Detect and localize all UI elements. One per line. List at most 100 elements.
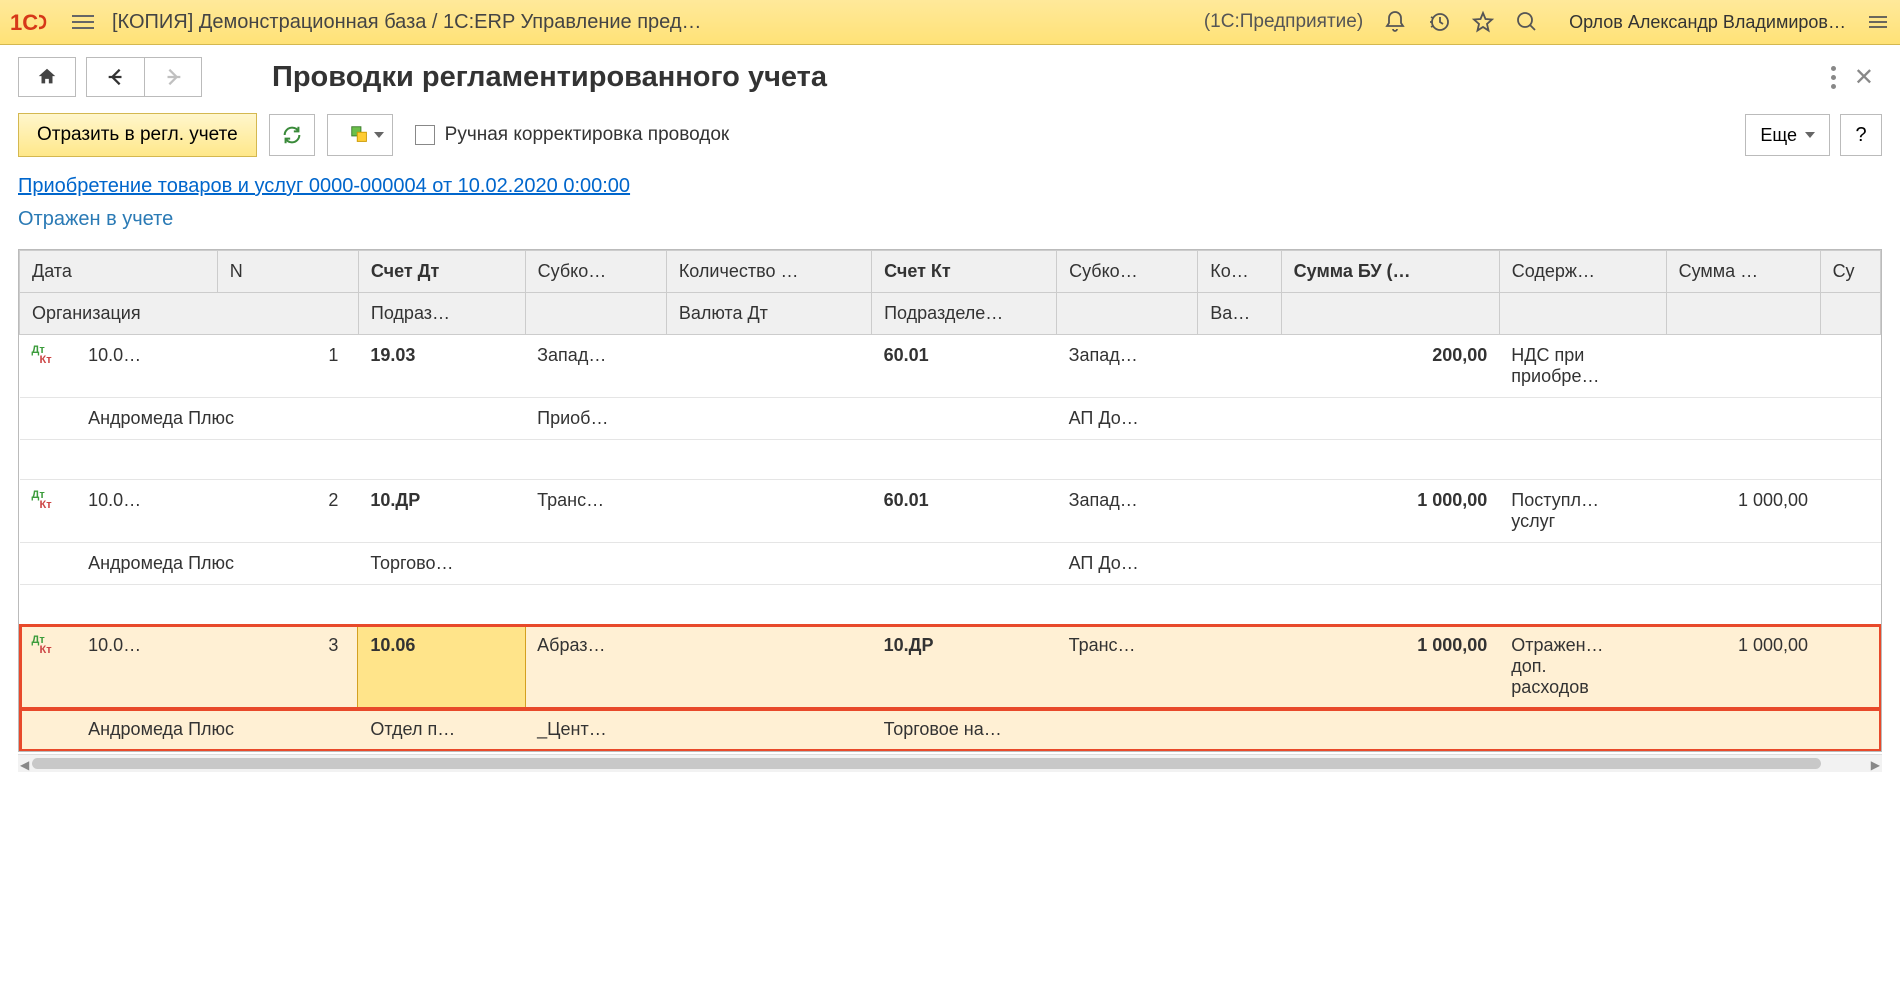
document-link[interactable]: Приобретение товаров и услуг 0000-000004…: [0, 175, 1900, 208]
cell-desc: Поступл…услуг: [1499, 480, 1666, 543]
col-qty-kt[interactable]: Ко…: [1198, 251, 1281, 293]
col-date[interactable]: Дата: [20, 251, 218, 293]
col-sum[interactable]: Сумма …: [1666, 251, 1820, 293]
cell-curr-kt: [1198, 543, 1281, 585]
cell-sub-kt: Запад…: [1057, 335, 1198, 398]
horizontal-scrollbar[interactable]: ◀▶: [18, 754, 1882, 772]
user-name[interactable]: Орлов Александр Владимиров…: [1569, 12, 1846, 33]
cell-acc-dt: 10.06: [358, 625, 525, 709]
home-button[interactable]: [18, 57, 76, 97]
checkbox-icon[interactable]: [415, 125, 435, 145]
col-n[interactable]: N: [217, 251, 358, 293]
back-button[interactable]: [86, 57, 144, 97]
cell-sub-dt: Абраз…: [525, 625, 666, 709]
cell-sum: 1 000,00: [1666, 480, 1820, 543]
cell-desc: НДС приприобре…: [1499, 335, 1666, 398]
cell-sum-bu: 200,00: [1281, 335, 1499, 398]
cell-sub-kt2: АП До…: [1057, 398, 1198, 440]
kebab-menu-icon[interactable]: [1831, 66, 1836, 89]
search-icon[interactable]: [1515, 10, 1539, 34]
col-sub-dt[interactable]: Субко…: [525, 251, 666, 293]
cell-date: 10.0…: [76, 480, 217, 543]
cell-dept-kt: Торговое на…: [872, 709, 1057, 751]
col-last[interactable]: Су: [1820, 251, 1880, 293]
reflect-button[interactable]: Отразить в регл. учете: [18, 113, 257, 157]
cell-sub-dt2: _Цент…: [525, 709, 666, 751]
cell-sum-bu: 1 000,00: [1281, 625, 1499, 709]
cell-dept-dt: [358, 398, 525, 440]
navbar: Проводки регламентированного учета ✕: [0, 45, 1900, 105]
cell-sub-kt: Запад…: [1057, 480, 1198, 543]
table-row[interactable]: ДтКт10.0…119.03Запад…60.01Запад…200,00НД…: [20, 335, 1881, 398]
cell-n: 3: [217, 625, 358, 709]
cell-sub-dt: Транс…: [525, 480, 666, 543]
cell-sub-kt2: [1057, 709, 1198, 751]
cell-org: Андромеда Плюс: [76, 398, 358, 440]
col-qty[interactable]: Количество …: [666, 251, 871, 293]
manual-correction-checkbox[interactable]: Ручная корректировка проводок: [415, 124, 730, 146]
cell-qty-kt: [1198, 335, 1281, 398]
status-text: Отражен в учете: [0, 208, 1900, 249]
cell-qty-kt: [1198, 625, 1281, 709]
help-button[interactable]: ?: [1840, 114, 1882, 156]
panel-toggle-icon[interactable]: [1866, 10, 1890, 34]
cell-qty: [666, 625, 871, 709]
titlebar: 1С [КОПИЯ] Демонстрационная база / 1С:ER…: [0, 0, 1900, 45]
main-menu-icon[interactable]: [72, 11, 94, 33]
window-title: [КОПИЯ] Демонстрационная база / 1С:ERP У…: [112, 11, 1204, 34]
cell-sub-dt: Запад…: [525, 335, 666, 398]
cell-qty: [666, 335, 871, 398]
table-row[interactable]: ДтКт10.0…310.06Абраз… 10.ДРТранс… 1 000,00…: [20, 625, 1881, 709]
drilldown-button[interactable]: [327, 114, 393, 156]
cell-org: Андромеда Плюс: [76, 543, 358, 585]
cell-n: 1: [217, 335, 358, 398]
table-row[interactable]: Андромеда ПлюсОтдел п…_Цент…Торговое на…: [20, 709, 1881, 751]
dtkt-icon: ДтКт: [20, 625, 77, 709]
cell-date: 10.0…: [76, 335, 217, 398]
col-acc-kt[interactable]: Счет Кт: [872, 251, 1057, 293]
cell-sub-dt2: [525, 543, 666, 585]
logo-1c: 1С: [10, 8, 54, 36]
refresh-button[interactable]: [269, 114, 315, 156]
col-dept-dt[interactable]: Подраз…: [358, 293, 525, 335]
dtkt-icon: ДтКт: [20, 480, 77, 543]
col-curr-dt[interactable]: Валюта Дт: [666, 293, 871, 335]
cell-acc-kt: 60.01: [872, 335, 1057, 398]
col-acc-dt[interactable]: Счет Дт: [358, 251, 525, 293]
cell-dept-dt: Отдел п…: [358, 709, 525, 751]
cell-dept-dt: Торгово…: [358, 543, 525, 585]
col-desc[interactable]: Содерж…: [1499, 251, 1666, 293]
cell-acc-dt: 19.03: [358, 335, 525, 398]
bell-icon[interactable]: [1383, 10, 1407, 34]
cell-dept-kt: [872, 398, 1057, 440]
toolbar: Отразить в регл. учете Ручная корректиро…: [0, 105, 1900, 175]
forward-button[interactable]: [144, 57, 202, 97]
cell-qty: [666, 480, 871, 543]
table-row[interactable]: Андромеда ПлюсПриоб…АП До…: [20, 398, 1881, 440]
star-icon[interactable]: [1471, 10, 1495, 34]
cell-acc-dt: 10.ДР: [358, 480, 525, 543]
cell-qty-kt: [1198, 480, 1281, 543]
cell-curr-kt: [1198, 398, 1281, 440]
page-title: Проводки регламентированного учета: [272, 61, 1821, 94]
close-icon[interactable]: ✕: [1854, 63, 1874, 92]
cell-desc: Отражен…доп.расходов: [1499, 625, 1666, 709]
cell-curr-dt: [666, 709, 871, 751]
history-icon[interactable]: [1427, 10, 1451, 34]
more-button[interactable]: Еще: [1745, 114, 1830, 156]
col-dept-kt[interactable]: Подразделе…: [872, 293, 1057, 335]
cell-acc-kt: 10.ДР: [872, 625, 1057, 709]
manual-correction-label: Ручная корректировка проводок: [445, 124, 730, 146]
col-curr-kt[interactable]: Ва…: [1198, 293, 1281, 335]
cell-sum: 1 000,00: [1666, 625, 1820, 709]
app-mode: (1С:Предприятие): [1204, 11, 1363, 33]
col-org[interactable]: Организация: [20, 293, 359, 335]
cell-date: 10.0…: [76, 625, 217, 709]
table-row[interactable]: Андромеда ПлюсТоргово…АП До…: [20, 543, 1881, 585]
col-sum-bu[interactable]: Сумма БУ (…: [1281, 251, 1499, 293]
cell-sub-kt: Транс…: [1057, 625, 1198, 709]
cell-n: 2: [217, 480, 358, 543]
col-sub-kt[interactable]: Субко…: [1057, 251, 1198, 293]
table-row[interactable]: ДтКт10.0…210.ДРТранс…60.01Запад…1 000,00…: [20, 480, 1881, 543]
dtkt-icon: ДтКт: [20, 335, 77, 398]
